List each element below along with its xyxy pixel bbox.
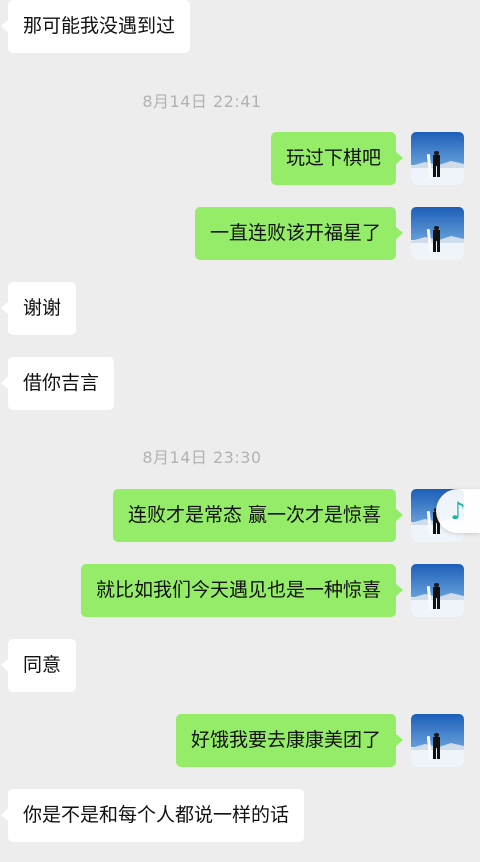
incoming-message-bubble[interactable]: 谢谢 xyxy=(0,282,77,335)
message-timestamp: 8月14日 22:41 xyxy=(142,92,262,111)
avatar-image xyxy=(411,132,464,185)
outgoing-message-bubble[interactable]: 玩过下棋吧 xyxy=(270,132,404,185)
avatar-image xyxy=(411,714,464,767)
avatar[interactable] xyxy=(411,132,464,185)
incoming-message-bubble[interactable]: 那可能我没遇到过 xyxy=(0,0,191,53)
outgoing-message-bubble[interactable]: 连败才是常态 赢一次才是惊喜 xyxy=(112,489,404,542)
incoming-message-bubble[interactable]: 同意 xyxy=(0,639,77,692)
avatar-image xyxy=(411,564,464,617)
avatar[interactable] xyxy=(411,564,464,617)
outgoing-message-bubble[interactable]: 一直连败该开福星了 xyxy=(194,207,404,260)
avatar-image xyxy=(411,207,464,260)
incoming-message-bubble[interactable]: 你是不是和每个人都说一样的话 xyxy=(0,789,305,842)
outgoing-message-bubble[interactable]: 好饿我要去康康美团了 xyxy=(175,714,404,767)
music-note-icon: ♪ xyxy=(450,497,466,525)
message-timestamp: 8月14日 23:30 xyxy=(142,448,262,467)
floating-music-player[interactable]: ♪ xyxy=(436,489,480,533)
outgoing-message-bubble[interactable]: 就比如我们今天遇见也是一种惊喜 xyxy=(80,564,404,617)
avatar[interactable] xyxy=(411,714,464,767)
chat-message-list[interactable]: 那可能我没遇到过 8月14日 22:41 玩过下棋吧 一直连败该开福星了 谢谢 … xyxy=(0,0,480,862)
incoming-message-bubble[interactable]: 借你吉言 xyxy=(0,357,115,410)
avatar[interactable] xyxy=(411,207,464,260)
